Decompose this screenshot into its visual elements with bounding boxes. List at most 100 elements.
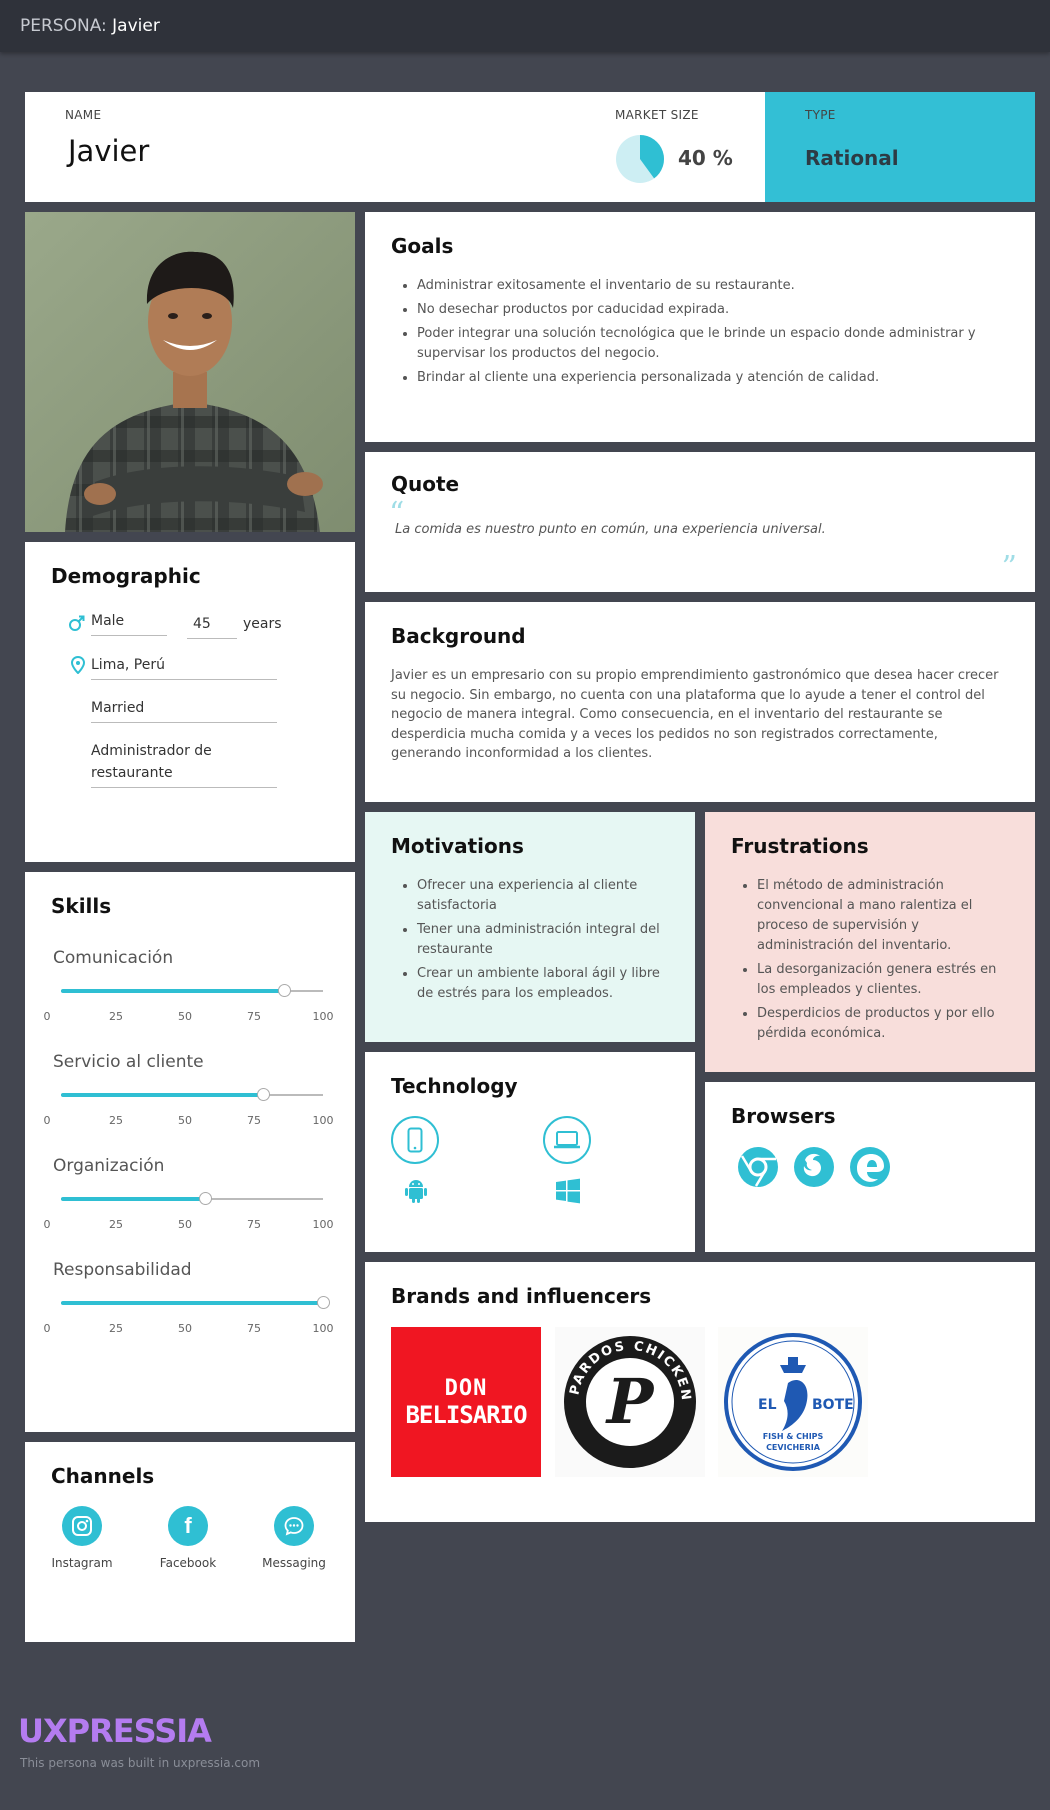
demographic-card: Demographic Male 45 years Lima, Perú Mar… (25, 542, 355, 862)
skill-tick-label: 25 (109, 1010, 123, 1023)
list-item: Crear un ambiente laboral ágil y libre d… (417, 964, 676, 1004)
skill-tick-label: 100 (312, 1218, 334, 1231)
skills-title: Skills (51, 894, 112, 918)
skill-tick-label: 75 (247, 1114, 261, 1127)
channel-label-facebook: Facebook (159, 1556, 217, 1570)
skill-name: Responsabilidad (53, 1260, 192, 1280)
brands-title: Brands and influencers (391, 1284, 652, 1308)
persona-photo (25, 212, 355, 532)
skill-slider-track[interactable] (61, 1088, 323, 1101)
top-bar: PERSONA: Javier (0, 0, 1050, 52)
channels-title: Channels (51, 1464, 155, 1488)
motivations-title: Motivations (391, 834, 524, 858)
brand-logo-el-bote[interactable]: EL BOTE FISH & CHIPS CEVICHERIA (718, 1327, 868, 1477)
list-item: La desorganización genera estrés en los … (757, 960, 1016, 1000)
type-card: TYPE Rational (765, 92, 1035, 202)
brand-logo-pardos-chicken[interactable]: PARDOS CHICKEN P (555, 1327, 705, 1477)
skill-name: Organización (53, 1156, 165, 1176)
frustrations-title: Frustrations (731, 834, 869, 858)
goals-card: Goals Administrar exitosamente el invent… (365, 212, 1035, 442)
market-size-value: 40 % (678, 146, 733, 170)
close-quote-icon: ” (1001, 550, 1017, 585)
el-bote-left: EL (758, 1397, 777, 1413)
android-icon (405, 1180, 427, 1203)
instagram-icon[interactable] (62, 1506, 102, 1546)
motivations-list: Ofrecer una experiencia al cliente satis… (391, 876, 676, 1008)
skill-tick-label: 25 (109, 1114, 123, 1127)
goals-list: Administrar exitosamente el inventario d… (391, 276, 1001, 392)
technology-title: Technology (391, 1074, 518, 1098)
messaging-icon[interactable] (274, 1506, 314, 1546)
skill-slider-handle[interactable] (277, 984, 291, 997)
age-unit: years (243, 616, 282, 632)
skill-tick-label: 50 (178, 1114, 192, 1127)
type-label: TYPE (805, 108, 836, 122)
list-item: Ofrecer una experiencia al cliente satis… (417, 876, 676, 916)
skill-tick-label: 0 (43, 1218, 51, 1231)
skill-slider-track[interactable] (61, 1192, 323, 1205)
background-card: Background Javier es un empresario con s… (365, 602, 1035, 802)
persona-name: Javier (112, 16, 160, 36)
occupation-field[interactable]: Administrador de restaurante (91, 740, 277, 788)
location-icon (71, 656, 85, 674)
male-icon (69, 615, 85, 631)
mobile-icon (391, 1116, 439, 1164)
brand-logo-don-belisario[interactable]: DON BELISARIO (391, 1327, 541, 1477)
header-card: NAME Javier MARKET SIZE 40 % (25, 92, 765, 202)
skill-slider-track[interactable] (61, 1296, 330, 1309)
age-field[interactable]: 45 (187, 613, 237, 639)
browsers-card: Browsers (705, 1082, 1035, 1252)
skill-tick-label: 75 (247, 1010, 261, 1023)
skill-slider-fill (61, 1093, 263, 1097)
background-title: Background (391, 624, 526, 648)
marital-status-field[interactable]: Married (91, 697, 277, 723)
edge-icon (850, 1147, 890, 1187)
quote-text: La comida es nuestro punto en común, una… (395, 522, 826, 537)
frustrations-list: El método de administración convencional… (731, 876, 1016, 1048)
skill-tick-label: 0 (43, 1114, 51, 1127)
skill-tick-label: 50 (178, 1322, 192, 1335)
chrome-icon (738, 1147, 778, 1187)
channel-label-instagram: Instagram (51, 1556, 113, 1570)
skill-tick-label: 25 (109, 1218, 123, 1231)
brand-logo-line2: BELISARIO (405, 1400, 527, 1429)
brand-logo-line1: DON (444, 1375, 488, 1401)
pardos-mark: P (605, 1365, 656, 1438)
market-size-pie (616, 135, 665, 183)
brands-card: Brands and influencers DON BELISARIO PAR… (365, 1262, 1035, 1522)
gender-field[interactable]: Male (91, 610, 167, 636)
facebook-icon[interactable]: f (168, 1506, 208, 1546)
frustrations-card: Frustrations El método de administración… (705, 812, 1035, 1072)
persona-prefix: PERSONA: (20, 16, 107, 36)
el-bote-right: BOTE (812, 1397, 854, 1413)
skill-slider-handle[interactable] (317, 1296, 330, 1309)
persona-title[interactable]: Javier (68, 134, 149, 168)
skill-slider-fill (61, 1197, 206, 1201)
channel-label-messaging: Messaging (262, 1556, 326, 1570)
skill-tick-label: 75 (247, 1218, 261, 1231)
location-field[interactable]: Lima, Perú (91, 654, 277, 680)
el-bote-sub1: FISH & CHIPS (763, 1432, 824, 1441)
footer-note: This persona was built in uxpressia.com (20, 1756, 261, 1770)
skill-tick-label: 0 (43, 1322, 51, 1335)
list-item: Desperdicios de productos y por ello pér… (757, 1004, 1016, 1044)
name-label: NAME (65, 108, 102, 122)
skill-name: Servicio al cliente (53, 1052, 204, 1072)
skill-tick-label: 100 (312, 1010, 334, 1023)
skill-tick-label: 50 (178, 1218, 192, 1231)
skill-tick-label: 100 (312, 1322, 334, 1335)
firefox-icon (794, 1147, 834, 1187)
technology-card: Technology (365, 1052, 695, 1252)
list-item: Tener una administración integral del re… (417, 920, 676, 960)
goals-title: Goals (391, 234, 454, 258)
list-item: No desechar productos por caducidad expi… (417, 300, 1001, 320)
skill-name: Comunicación (53, 948, 174, 968)
skill-slider-handle[interactable] (199, 1192, 213, 1205)
skill-slider-handle[interactable] (256, 1088, 270, 1101)
skill-slider-track[interactable] (61, 984, 323, 997)
uxpressia-logo[interactable]: UXPRESSIA (18, 1712, 212, 1750)
laptop-icon (543, 1116, 591, 1164)
skill-slider-fill (61, 1301, 323, 1305)
channels-card: Channels Instagram f Facebook Messaging (25, 1442, 355, 1642)
motivations-card: Motivations Ofrecer una experiencia al c… (365, 812, 695, 1042)
